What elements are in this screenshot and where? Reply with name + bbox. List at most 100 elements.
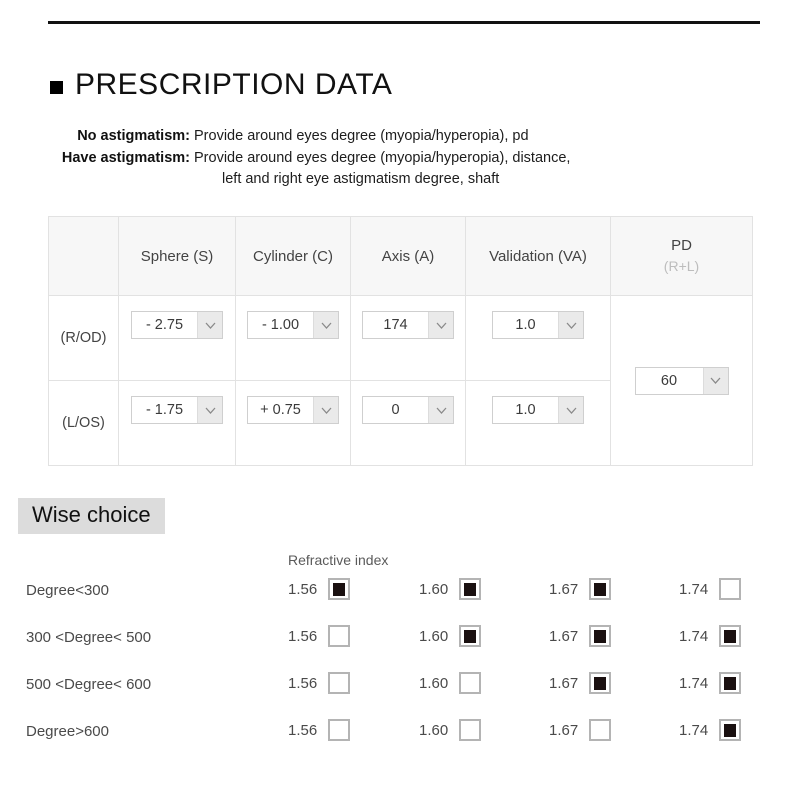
chevron-down-icon — [313, 397, 338, 423]
note-desc-have-astigmatism: Provide around eyes degree (myopia/hyper… — [194, 148, 570, 190]
select-pd-value: 60 — [660, 372, 678, 389]
choice-option: 1.67 — [549, 719, 612, 741]
cell-validation-left: 1.0 — [465, 380, 611, 466]
chevron-down-icon — [558, 312, 583, 338]
choice-row-label: 500 <Degree< 600 — [26, 676, 152, 693]
checkbox-degree-500-600-167[interactable] — [589, 672, 612, 694]
choice-option-label: 1.60 — [419, 580, 449, 598]
note-desc-line1: Provide around eyes degree (myopia/hyper… — [194, 150, 571, 166]
choice-row: Degree>600 1.56 1.60 1.67 1.74 — [0, 719, 800, 766]
cell-axis-left: 0 — [350, 380, 466, 466]
select-cylinder-right[interactable]: - 1.00 — [247, 311, 339, 339]
checkbox-degree-300-500-160[interactable] — [459, 625, 482, 647]
choice-option: 1.56 — [288, 672, 351, 694]
choice-option: 1.56 — [288, 578, 351, 600]
note-row-have-astigmatism: Have astigmatism: Provide around eyes de… — [0, 148, 800, 190]
checkbox-degree-lt300-167[interactable] — [589, 578, 612, 600]
select-validation-right-value: 1.0 — [515, 317, 536, 333]
select-cylinder-left[interactable]: + 0.75 — [247, 396, 339, 424]
select-validation-right[interactable]: 1.0 — [492, 311, 584, 339]
choice-row-label: Degree>600 — [26, 723, 109, 740]
row-label-right-eye: (R/OD) — [48, 295, 119, 381]
select-sphere-left-value: - 1.75 — [145, 402, 184, 418]
choice-option-label: 1.67 — [549, 674, 579, 692]
choice-option-label: 1.60 — [419, 721, 449, 739]
choice-option: 1.56 — [288, 625, 351, 647]
select-pd[interactable]: 60 — [634, 366, 729, 395]
checkbox-degree-gt600-156[interactable] — [328, 719, 351, 741]
note-row-no-astigmatism: No astigmatism: Provide around eyes degr… — [0, 126, 800, 147]
chevron-down-icon — [428, 397, 453, 423]
choice-option: 1.67 — [549, 672, 612, 694]
checkbox-degree-lt300-156[interactable] — [328, 578, 351, 600]
column-header-eye — [48, 216, 119, 296]
choice-option: 1.60 — [419, 578, 482, 600]
choice-option: 1.67 — [549, 625, 612, 647]
chevron-down-icon — [197, 312, 222, 338]
choice-option-label: 1.74 — [679, 721, 709, 739]
cell-cylinder-left: + 0.75 — [235, 380, 351, 466]
chevron-down-icon — [313, 312, 338, 338]
note-desc-line2: left and right eye astigmatism degree, s… — [222, 171, 500, 187]
column-header-cylinder: Cylinder (C) — [235, 216, 351, 296]
choice-option: 1.74 — [679, 625, 742, 647]
choice-row-label: 300 <Degree< 500 — [26, 629, 152, 646]
column-header-validation: Validation (VA) — [465, 216, 611, 296]
refractive-index-grid: Degree<300 1.56 1.60 1.67 1.74 300 <Degr… — [0, 578, 800, 766]
select-validation-left-value: 1.0 — [515, 402, 536, 418]
table-header-row: Sphere (S) Cylinder (C) Axis (A) Validat… — [48, 216, 753, 296]
choice-option: 1.74 — [679, 578, 742, 600]
chevron-down-icon — [702, 367, 728, 394]
checkbox-degree-300-500-156[interactable] — [328, 625, 351, 647]
chevron-down-icon — [558, 397, 583, 423]
checkbox-degree-500-600-160[interactable] — [459, 672, 482, 694]
chevron-down-icon — [197, 397, 222, 423]
select-axis-left[interactable]: 0 — [362, 396, 454, 424]
checkbox-degree-gt600-167[interactable] — [589, 719, 612, 741]
choice-option: 1.60 — [419, 719, 482, 741]
select-sphere-left[interactable]: - 1.75 — [131, 396, 223, 424]
select-sphere-right[interactable]: - 2.75 — [131, 311, 223, 339]
column-header-pd-main: PD — [671, 237, 692, 254]
choice-option-label: 1.56 — [288, 580, 318, 598]
select-cylinder-left-value: + 0.75 — [260, 402, 301, 418]
choice-option-label: 1.67 — [549, 627, 579, 645]
cell-sphere-right: - 2.75 — [118, 295, 236, 381]
choice-option-label: 1.56 — [288, 721, 318, 739]
column-header-axis: Axis (A) — [350, 216, 466, 296]
cell-axis-right: 174 — [350, 295, 466, 381]
choice-option-label: 1.74 — [679, 627, 709, 645]
checkbox-degree-300-500-167[interactable] — [589, 625, 612, 647]
choice-option-label: 1.56 — [288, 627, 318, 645]
choice-option: 1.74 — [679, 719, 742, 741]
choice-option-label: 1.67 — [549, 580, 579, 598]
checkbox-degree-lt300-160[interactable] — [459, 578, 482, 600]
select-cylinder-right-value: - 1.00 — [261, 317, 300, 333]
prescription-table: Sphere (S) Cylinder (C) Axis (A) Validat… — [48, 216, 753, 466]
choice-option: 1.56 — [288, 719, 351, 741]
choice-option-label: 1.67 — [549, 721, 579, 739]
select-axis-right[interactable]: 174 — [362, 311, 454, 339]
choice-row: Degree<300 1.56 1.60 1.67 1.74 — [0, 578, 800, 625]
column-header-pd: PD (R+L) — [610, 216, 753, 296]
chevron-down-icon — [428, 312, 453, 338]
select-axis-right-value: 174 — [383, 317, 408, 333]
choice-option: 1.60 — [419, 625, 482, 647]
note-label-no-astigmatism: No astigmatism: — [77, 128, 190, 144]
select-validation-left[interactable]: 1.0 — [492, 396, 584, 424]
choice-option-label: 1.56 — [288, 674, 318, 692]
choice-row-label: Degree<300 — [26, 582, 109, 599]
choice-row: 300 <Degree< 500 1.56 1.60 1.67 1.74 — [0, 625, 800, 672]
choice-option: 1.74 — [679, 672, 742, 694]
checkbox-degree-gt600-174[interactable] — [719, 719, 742, 741]
checkbox-degree-300-500-174[interactable] — [719, 625, 742, 647]
checkbox-degree-gt600-160[interactable] — [459, 719, 482, 741]
choice-option: 1.67 — [549, 578, 612, 600]
page-title: PRESCRIPTION DATA — [50, 68, 392, 102]
top-divider-rule — [48, 21, 760, 24]
checkbox-degree-500-600-174[interactable] — [719, 672, 742, 694]
checkbox-degree-500-600-156[interactable] — [328, 672, 351, 694]
column-header-sphere: Sphere (S) — [118, 216, 236, 296]
checkbox-degree-lt300-174[interactable] — [719, 578, 742, 600]
select-axis-left-value: 0 — [391, 402, 400, 418]
